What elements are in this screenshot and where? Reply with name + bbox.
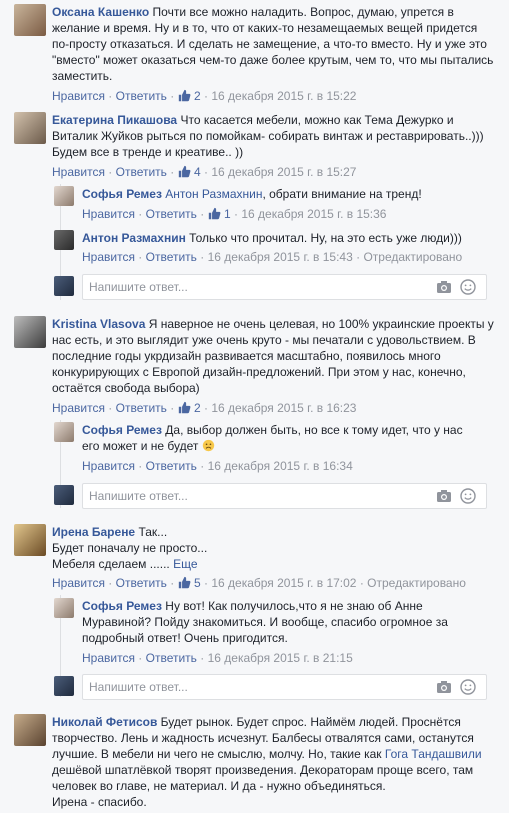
timestamp[interactable]: 16 декабря 2015 г. в 15:36 <box>241 207 386 221</box>
avatar[interactable] <box>54 186 74 206</box>
reply-actions: Нравится · Ответить · 16 декабря 2015 г.… <box>82 250 463 264</box>
like-link[interactable]: Нравится <box>82 250 135 264</box>
sad-face-icon <box>202 439 214 452</box>
avatar <box>54 676 74 696</box>
timestamp[interactable]: 16 декабря 2015 г. в 15:43 <box>208 250 353 264</box>
comment-body: Екатерина Пикашова Что касается мебели, … <box>52 112 497 160</box>
reply-body: Софья Ремез Да, выбор должен быть, но вс… <box>82 422 482 454</box>
comment-text: дешёвой шпатлёвкой творят произведения. … <box>52 763 474 793</box>
camera-icon[interactable] <box>436 489 452 503</box>
reply-body: Софья Ремез Ну вот! Как получилось,что я… <box>82 598 482 646</box>
emoji-icon[interactable] <box>460 488 476 504</box>
thumbs-up-icon <box>178 89 191 102</box>
comment-text: Ирена - спасибо. <box>52 795 147 809</box>
comment-body: Николай Фетисов Будет рынок. Будет спрос… <box>52 714 497 810</box>
comment-body: Оксана Кашенко Почти все можно наладить.… <box>52 4 497 84</box>
like-link[interactable]: Нравится <box>52 576 105 590</box>
comment-author[interactable]: Николай Фетисов <box>52 715 157 729</box>
like-link[interactable]: Нравится <box>82 207 135 221</box>
comment-actions: Нравится · Ответить · 2 · 16 декабря 201… <box>52 89 357 103</box>
reply-input[interactable]: Напишите ответ... <box>82 483 487 509</box>
comment-author[interactable]: Kristina Vlasova <box>52 317 145 331</box>
like-link[interactable]: Нравится <box>82 651 135 665</box>
reply-actions: Нравится · Ответить · 1 · 16 декабря 201… <box>82 207 387 221</box>
like-link[interactable]: Нравится <box>82 459 135 473</box>
comment-text: Мебеля сделаем ...... <box>52 557 170 571</box>
avatar[interactable] <box>54 422 74 442</box>
reply-link[interactable]: Ответить <box>116 89 167 103</box>
comment-author[interactable]: Екатерина Пикашова <box>52 113 177 127</box>
reply-link[interactable]: Ответить <box>146 459 197 473</box>
reply-author[interactable]: Антон Размахнин <box>82 231 186 245</box>
comment-text: Так... <box>138 525 168 539</box>
like-count[interactable]: 2 <box>194 401 201 415</box>
emoji-icon[interactable] <box>460 679 476 695</box>
like-count[interactable]: 4 <box>194 165 201 179</box>
avatar[interactable] <box>14 4 46 36</box>
reply-author[interactable]: Софья Ремез <box>82 187 162 201</box>
avatar <box>54 276 74 296</box>
comments-thread: Оксана Кашенко Почти все можно наладить.… <box>0 0 509 813</box>
comment-text: Будет поначалу не просто... <box>52 541 208 555</box>
reply-text: Только что прочитал. Ну, на это есть уже… <box>189 231 462 245</box>
like-count[interactable]: 2 <box>194 89 201 103</box>
reply-body: Антон Размахнин Только что прочитал. Ну,… <box>82 230 502 246</box>
reply-link[interactable]: Ответить <box>146 207 197 221</box>
reply-body: Софья Ремез Антон Размахнин, обрати вним… <box>82 186 502 202</box>
comment-actions: Нравится · Ответить · 5 · 16 декабря 201… <box>52 576 466 590</box>
like-count[interactable]: 1 <box>224 207 231 221</box>
mention-link[interactable]: Гога Тандашвили <box>385 747 482 761</box>
avatar[interactable] <box>14 112 46 144</box>
like-link[interactable]: Нравится <box>52 89 105 103</box>
avatar[interactable] <box>54 230 74 250</box>
camera-icon[interactable] <box>436 680 452 694</box>
see-more-link[interactable]: Еще <box>173 557 197 571</box>
reply-placeholder: Напишите ответ... <box>89 489 188 503</box>
like-count[interactable]: 5 <box>194 576 201 590</box>
reply-link[interactable]: Ответить <box>146 250 197 264</box>
thumbs-up-icon <box>178 165 191 178</box>
avatar <box>54 485 74 505</box>
reply-actions: Нравится · Ответить · 16 декабря 2015 г.… <box>82 459 353 473</box>
comment-body: Kristina Vlasova Я наверное не очень цел… <box>52 316 497 396</box>
timestamp[interactable]: 16 декабря 2015 г. в 16:23 <box>211 401 356 415</box>
comment-actions: Нравится · Ответить · 2 · 16 декабря 201… <box>52 401 357 415</box>
thumbs-up-icon <box>208 207 221 220</box>
timestamp[interactable]: 16 декабря 2015 г. в 16:34 <box>208 459 353 473</box>
avatar[interactable] <box>14 316 46 348</box>
reply-input[interactable]: Напишите ответ... <box>82 274 487 300</box>
reply-link[interactable]: Ответить <box>116 165 167 179</box>
comment-actions: Нравится · Ответить · 4 · 16 декабря 201… <box>52 165 357 179</box>
thumbs-up-icon <box>178 401 191 414</box>
reply-input[interactable]: Напишите ответ... <box>82 674 487 700</box>
emoji-icon[interactable] <box>460 279 476 295</box>
reply-author[interactable]: Софья Ремез <box>82 423 162 437</box>
comment-author[interactable]: Оксана Кашенко <box>52 5 149 19</box>
avatar[interactable] <box>14 714 46 746</box>
comment-body: Ирена Барене Так... Будет поначалу не пр… <box>52 524 497 572</box>
timestamp[interactable]: 16 декабря 2015 г. в 17:02 <box>211 576 356 590</box>
reply-link[interactable]: Ответить <box>116 401 167 415</box>
reply-author[interactable]: Софья Ремез <box>82 599 162 613</box>
like-link[interactable]: Нравится <box>52 165 105 179</box>
reply-link[interactable]: Ответить <box>146 651 197 665</box>
avatar[interactable] <box>54 598 74 618</box>
thumbs-up-icon <box>178 576 191 589</box>
avatar[interactable] <box>14 524 46 556</box>
mention-link[interactable]: Антон Размахнин <box>165 187 262 201</box>
reply-placeholder: Напишите ответ... <box>89 280 188 294</box>
comment-author[interactable]: Ирена Барене <box>52 525 135 539</box>
camera-icon[interactable] <box>436 280 452 294</box>
timestamp[interactable]: 16 декабря 2015 г. в 15:22 <box>211 89 356 103</box>
timestamp[interactable]: 16 декабря 2015 г. в 15:27 <box>211 165 356 179</box>
timestamp[interactable]: 16 декабря 2015 г. в 21:15 <box>208 651 353 665</box>
reply-link[interactable]: Ответить <box>116 576 167 590</box>
reply-actions: Нравится · Ответить · 16 декабря 2015 г.… <box>82 651 353 665</box>
like-link[interactable]: Нравится <box>52 401 105 415</box>
reply-placeholder: Напишите ответ... <box>89 680 188 694</box>
edited-label[interactable]: Отредактировано <box>363 250 462 264</box>
reply-text: , обрати внимание на тренд! <box>262 187 422 201</box>
edited-label[interactable]: Отредактировано <box>367 576 466 590</box>
